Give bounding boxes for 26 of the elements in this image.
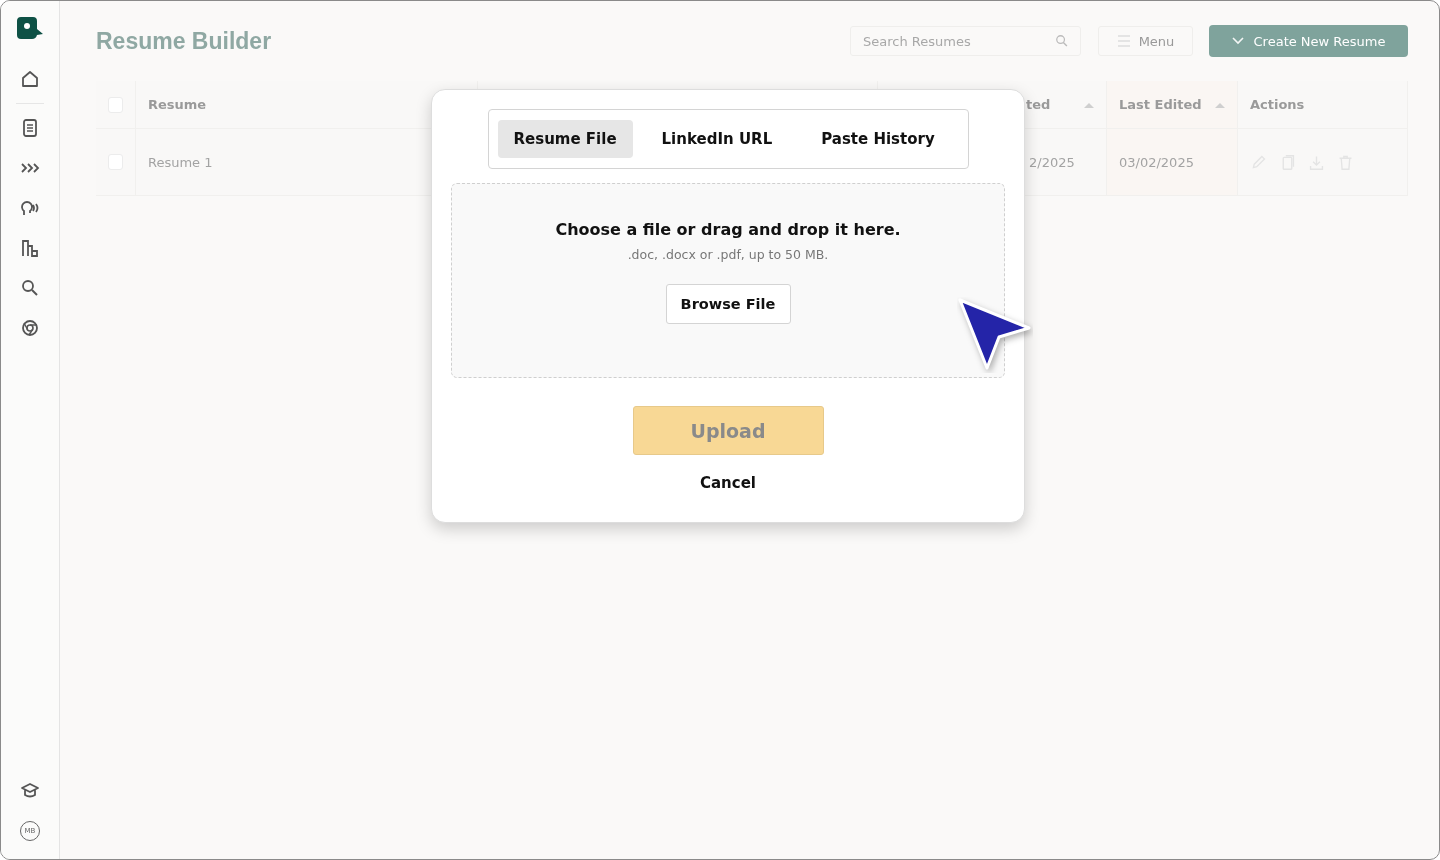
tab[interactable]: Resume File	[497, 120, 633, 158]
column-header: ted	[1026, 97, 1051, 112]
drop-title: Choose a file or drag and drop it here.	[555, 220, 901, 239]
browse-button[interactable]: Browse File	[665, 284, 791, 324]
column-header: Last Edited	[1119, 97, 1202, 112]
tab[interactable]: LinkedIn URL	[641, 120, 793, 158]
table-cell: 2/2025	[1029, 154, 1075, 170]
chevron-down-icon	[1231, 37, 1244, 45]
search-icon[interactable]	[20, 278, 40, 298]
drop-hint: .doc, .docx or .pdf, up to 50 MB.	[627, 247, 829, 262]
tab[interactable]: Paste History	[801, 120, 955, 158]
cancel-button[interactable]: Cancel	[694, 473, 762, 493]
home-icon[interactable]	[20, 69, 40, 89]
column-header: Resume	[148, 97, 207, 112]
table-cell: Resume 1	[148, 154, 213, 170]
column-header: Actions	[1250, 97, 1305, 112]
table-cell: 03/02/2025	[1119, 154, 1194, 170]
logo-icon[interactable]	[15, 15, 45, 41]
voice-icon[interactable]	[20, 198, 40, 218]
drop-zone[interactable]: Choose a file or drag and drop it here. .doc, .docx or .pdf, up to 50 MB. Browse File	[451, 183, 1005, 378]
bar-chart-icon[interactable]	[20, 238, 40, 258]
document-icon[interactable]	[20, 118, 40, 138]
circle-icon[interactable]	[20, 318, 40, 338]
search-field[interactable]: Search Resumes	[850, 26, 1081, 56]
page-title: Resume Builder	[96, 27, 273, 55]
search-icon	[1055, 34, 1069, 48]
